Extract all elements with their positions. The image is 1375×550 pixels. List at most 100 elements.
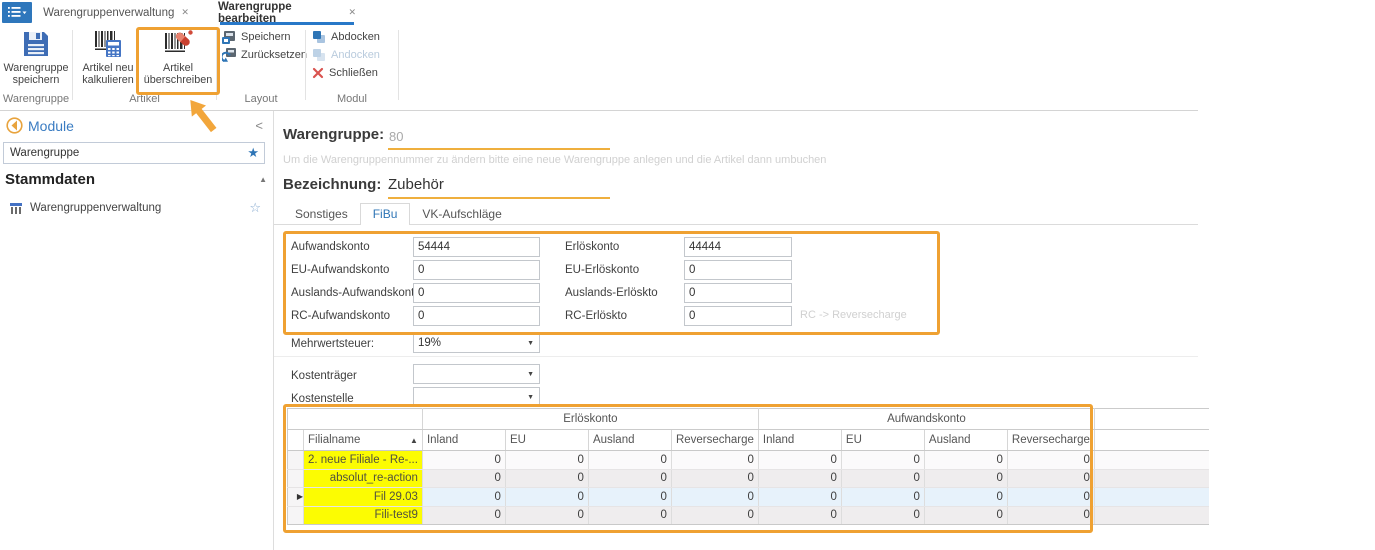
- filialname-cell[interactable]: Fil 29.03: [304, 488, 423, 507]
- value-cell[interactable]: 0: [588, 506, 671, 525]
- ribbon-group-label-modul: Modul: [306, 92, 398, 106]
- button-label-line: überschreiben: [144, 74, 212, 86]
- value-cell[interactable]: 0: [1007, 469, 1094, 488]
- column-header[interactable]: Reversecharge: [1007, 430, 1094, 451]
- erloeskonto-input[interactable]: 44444: [684, 237, 792, 257]
- value-cell[interactable]: 0: [588, 488, 671, 507]
- rc-aufwandskonto-input[interactable]: 0: [413, 306, 540, 326]
- value-cell[interactable]: 0: [671, 506, 758, 525]
- tab-fibu[interactable]: FiBu: [360, 203, 411, 225]
- tab-sonstiges[interactable]: Sonstiges: [283, 204, 360, 224]
- field-label: RC-Aufwandskonto: [291, 306, 390, 326]
- mehrwertsteuer-dropdown[interactable]: 19% ▼: [413, 333, 540, 353]
- value-cell[interactable]: 0: [841, 488, 924, 507]
- eu-aufwandskonto-input[interactable]: 0: [413, 260, 540, 280]
- close-icon[interactable]: ✕: [181, 7, 189, 18]
- module-search-box: ★: [3, 142, 265, 164]
- column-header[interactable]: Reversecharge: [671, 430, 758, 451]
- table-row[interactable]: Fili-test9 0 0 0 0 0 0 0 0: [288, 506, 1210, 525]
- table-group-header-row: Erlöskonto Aufwandskonto: [288, 409, 1210, 430]
- value-cell[interactable]: 0: [422, 488, 505, 507]
- column-header[interactable]: EU: [505, 430, 588, 451]
- column-header[interactable]: Inland: [422, 430, 505, 451]
- filialname-cell[interactable]: 2. neue Filiale - Re-...: [304, 451, 423, 470]
- filial-konten-table: Erlöskonto Aufwandskonto Filialname ▲ In…: [287, 408, 1209, 525]
- tab-label: Warengruppenverwaltung: [43, 7, 174, 19]
- value-cell[interactable]: 0: [671, 488, 758, 507]
- value-cell[interactable]: 0: [924, 469, 1007, 488]
- value-cell[interactable]: 0: [1007, 451, 1094, 470]
- filialname-cell[interactable]: Fili-test9: [304, 506, 423, 525]
- sidebar-collapse-icon[interactable]: <: [255, 118, 263, 133]
- kostentraeger-dropdown[interactable]: ▼: [413, 364, 540, 384]
- value-cell[interactable]: 0: [671, 451, 758, 470]
- filialname-cell[interactable]: absolut_re-action: [304, 469, 423, 488]
- sidebar-title: Module: [28, 118, 74, 134]
- layout-speichern-button[interactable]: Speichern: [222, 29, 291, 45]
- module-search-input[interactable]: [4, 146, 247, 160]
- value-cell[interactable]: 0: [505, 451, 588, 470]
- close-icon[interactable]: ✕: [348, 7, 356, 18]
- value-cell[interactable]: 0: [841, 469, 924, 488]
- table-row[interactable]: 2. neue Filiale - Re-... 0 0 0 0 0 0 0 0: [288, 451, 1210, 470]
- artikel-ueberschreiben-button[interactable]: Artikel überschreiben: [143, 28, 213, 90]
- value-cell[interactable]: 0: [422, 451, 505, 470]
- table-row-selected[interactable]: ▶ Fil 29.03 0 0 0 0 0 0 0 0: [288, 488, 1210, 507]
- sidebar-item-warengruppenverwaltung[interactable]: Warengruppenverwaltung ☆: [0, 197, 273, 219]
- scroll-up-icon[interactable]: ▲: [259, 175, 267, 184]
- value-cell[interactable]: 0: [505, 506, 588, 525]
- value-cell[interactable]: 0: [758, 469, 841, 488]
- column-header[interactable]: Inland: [758, 430, 841, 451]
- floppy-save-icon: [21, 29, 51, 59]
- ribbon-toolbar: Warengruppe speichern Artikel neu kalkul…: [0, 26, 1198, 111]
- value-cell[interactable]: 0: [588, 451, 671, 470]
- modul-schliessen-button[interactable]: Schließen: [312, 65, 378, 81]
- auslands-erloeskto-input[interactable]: 0: [684, 283, 792, 303]
- value-cell[interactable]: 0: [758, 488, 841, 507]
- value-cell[interactable]: 0: [588, 469, 671, 488]
- warengruppe-speichern-button[interactable]: Warengruppe speichern: [2, 28, 70, 90]
- column-header[interactable]: EU: [841, 430, 924, 451]
- value-cell[interactable]: 0: [422, 506, 505, 525]
- favorite-star-outline-icon[interactable]: ☆: [249, 200, 261, 216]
- active-tab-indicator: [220, 22, 354, 25]
- column-header[interactable]: Ausland: [588, 430, 671, 451]
- button-label-line: Artikel neu: [82, 62, 133, 74]
- value-cell[interactable]: 0: [422, 469, 505, 488]
- column-header[interactable]: Ausland: [924, 430, 1007, 451]
- value-cell[interactable]: 0: [1007, 506, 1094, 525]
- column-header-filialname[interactable]: Filialname ▲: [304, 430, 423, 451]
- rc-hint: RC -> Reversecharge: [800, 309, 907, 321]
- bezeichnung-input-value[interactable]: Zubehör: [388, 176, 444, 193]
- value-cell[interactable]: 0: [1007, 488, 1094, 507]
- value-cell[interactable]: 0: [924, 506, 1007, 525]
- aufwandskonto-input[interactable]: 54444: [413, 237, 540, 257]
- table-row[interactable]: absolut_re-action 0 0 0 0 0 0 0 0: [288, 469, 1210, 488]
- favorite-star-icon[interactable]: ★: [247, 145, 264, 161]
- value-cell[interactable]: 0: [841, 506, 924, 525]
- value-cell[interactable]: 0: [841, 451, 924, 470]
- detail-tabstrip: Sonstiges FiBu VK-Aufschläge: [274, 204, 1198, 225]
- value-cell[interactable]: 0: [505, 469, 588, 488]
- tab-warengruppenverwaltung[interactable]: Warengruppenverwaltung ✕: [46, 0, 186, 25]
- artikel-neu-kalkulieren-button[interactable]: Artikel neu kalkulieren: [75, 28, 141, 90]
- value-cell[interactable]: 0: [758, 451, 841, 470]
- auslands-aufwandskonto-input[interactable]: 0: [413, 283, 540, 303]
- value-cell[interactable]: 0: [924, 451, 1007, 470]
- warengruppen-icon: [9, 201, 23, 215]
- value-cell[interactable]: 0: [671, 469, 758, 488]
- value-cell[interactable]: 0: [505, 488, 588, 507]
- button-label-line: kalkulieren: [82, 74, 134, 86]
- main-menu-button[interactable]: [2, 2, 32, 23]
- kostenstelle-dropdown[interactable]: ▼: [413, 387, 540, 407]
- field-label: EU-Aufwandskonto: [291, 260, 389, 280]
- sidebar-item-label: Warengruppenverwaltung: [30, 202, 161, 214]
- value-cell[interactable]: 0: [758, 506, 841, 525]
- layout-zuruecksetzen-button[interactable]: Zurücksetzen: [222, 47, 307, 63]
- eu-erloeskonto-input[interactable]: 0: [684, 260, 792, 280]
- ribbon-separator: [72, 30, 73, 100]
- modul-abdocken-button[interactable]: Abdocken: [312, 29, 380, 45]
- value-cell[interactable]: 0: [924, 488, 1007, 507]
- rc-erloeskto-input[interactable]: 0: [684, 306, 792, 326]
- tab-vk-aufschlaege[interactable]: VK-Aufschläge: [410, 204, 513, 224]
